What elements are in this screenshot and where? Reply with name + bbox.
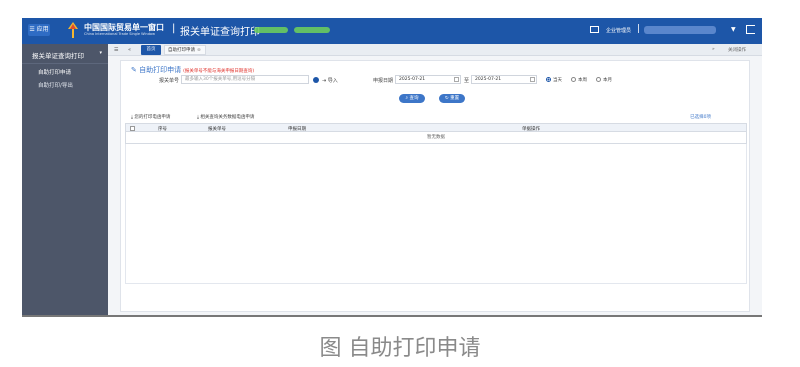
- date-from-input[interactable]: 2025-07-21: [395, 75, 461, 84]
- apply-link-2-label: 相关查询关务数据电函申请: [200, 115, 255, 120]
- table-header: 序号 报关单号 申报日期 单据操作: [125, 123, 747, 132]
- decl-no-input[interactable]: 最多输入30个报关单号,用逗号分隔: [181, 75, 309, 84]
- date-from-value: 2025-07-21: [399, 77, 426, 82]
- search-button[interactable]: ⌕ 查询: [399, 94, 425, 103]
- table-body: [125, 144, 747, 284]
- tab-prev-icon[interactable]: «: [128, 47, 131, 53]
- selected-count[interactable]: 已选择0项: [690, 114, 711, 120]
- close-icon[interactable]: ⊗: [197, 48, 201, 53]
- tab-self-print-apply[interactable]: 自助打印申请 ⊗: [164, 45, 206, 55]
- col-index: 序号: [158, 127, 167, 132]
- col-date: 申报日期: [288, 127, 306, 132]
- redacted-text: [254, 27, 288, 33]
- table-toolbar: ⤓ 您的打印电函申请 ⤓ 相关查询关务数据电函申请 已选择0项: [127, 113, 745, 122]
- edit-icon: ✎: [131, 66, 137, 74]
- tab-label: 自助打印申请: [168, 48, 195, 53]
- apply-link-1-label: 您的打印电函申请: [134, 115, 171, 120]
- decl-no-label: 报关单号: [159, 78, 180, 84]
- menu-toggle-icon[interactable]: ☰: [114, 47, 118, 53]
- apply-link-1[interactable]: ⤓ 您的打印电函申请: [131, 114, 170, 120]
- import-label: 导入: [327, 78, 338, 84]
- redacted-text: [294, 27, 330, 33]
- panel-title-text: 自助打印申请: [139, 66, 182, 74]
- sidebar-heading-label: 报关单证查询打印: [32, 52, 84, 60]
- redacted-user-name: [644, 26, 716, 34]
- top-bar: ☰ 应用 中国国际贸易单一窗口 China International Trad…: [22, 18, 762, 44]
- search-button-label: 查询: [409, 96, 419, 101]
- empty-row: 暂无数据: [125, 132, 747, 144]
- calendar-icon[interactable]: [454, 77, 459, 82]
- radio-today-label: 当天: [553, 78, 562, 83]
- app-menu-button[interactable]: ☰ 应用: [28, 24, 50, 36]
- tab-home[interactable]: 首页: [141, 45, 161, 55]
- col-actions: 单据操作: [522, 127, 540, 132]
- select-all-checkbox[interactable]: [130, 126, 135, 131]
- sidebar: 报关单证查询打印 ▾ 自助打印申请 自助打印/导出: [22, 44, 108, 316]
- sidebar-item-self-print-apply[interactable]: 自助打印申请: [22, 64, 108, 77]
- date-to-value: 2025-07-21: [475, 77, 502, 82]
- user-dropdown-icon[interactable]: ▼: [731, 26, 736, 33]
- panel-title-note: (报关单号不能与海关申报日期查询): [183, 69, 255, 74]
- module-title: 报关单证查询打印: [180, 27, 260, 38]
- sidebar-item-self-print-export[interactable]: 自助打印/导出: [22, 77, 108, 90]
- radio-week-label: 本周: [578, 78, 587, 83]
- close-all-tabs[interactable]: 关闭操作: [728, 47, 746, 53]
- chevron-down-icon: ▾: [99, 50, 102, 56]
- divider: [22, 315, 762, 317]
- date-to-label: 至: [464, 78, 470, 84]
- logout-icon[interactable]: [746, 25, 755, 34]
- main-panel: ✎ 自助打印申请 (报关单号不能与海关申报日期查询) 报关单号 最多输入30个报关…: [120, 60, 750, 312]
- reset-button[interactable]: ↻ 重置: [439, 94, 465, 103]
- reset-button-label: 重置: [450, 96, 460, 101]
- brand-en: China International Trade Single Window: [84, 32, 155, 36]
- sidebar-heading[interactable]: 报关单证查询打印 ▾: [22, 44, 108, 64]
- import-button[interactable]: ⇥ 导入: [322, 77, 338, 84]
- radio-today[interactable]: [546, 77, 551, 82]
- tab-bar: ☰ « 首页 自助打印申请 ⊗ » 关闭操作: [108, 44, 762, 56]
- radio-month-label: 本月: [603, 78, 612, 83]
- apply-link-2[interactable]: ⤓ 相关查询关务数据电函申请: [197, 114, 254, 120]
- result-table: 序号 报关单号 申报日期 单据操作 暂无数据: [125, 123, 747, 284]
- calendar-icon[interactable]: [530, 77, 535, 82]
- col-decl-no: 报关单号: [208, 127, 226, 132]
- figure-caption: 图 自助打印申请: [319, 336, 481, 361]
- mail-icon[interactable]: [590, 26, 599, 33]
- radio-week[interactable]: [571, 77, 576, 82]
- panel-title: ✎ 自助打印申请 (报关单号不能与海关申报日期查询): [131, 65, 254, 75]
- app-menu-label: 应用: [36, 26, 49, 33]
- import-icon[interactable]: [313, 77, 319, 83]
- date-label: 申报日期: [373, 78, 394, 84]
- admin-label[interactable]: 企业管理员: [606, 27, 631, 34]
- app-screenshot: ☰ 应用 中国国际贸易单一窗口 China International Trad…: [22, 18, 762, 316]
- tab-next-icon[interactable]: »: [712, 47, 715, 52]
- radio-month[interactable]: [596, 77, 601, 82]
- single-window-logo: [68, 22, 78, 38]
- date-to-input[interactable]: 2025-07-21: [471, 75, 537, 84]
- title-separator: |: [172, 23, 176, 34]
- admin-separator: |: [637, 24, 641, 34]
